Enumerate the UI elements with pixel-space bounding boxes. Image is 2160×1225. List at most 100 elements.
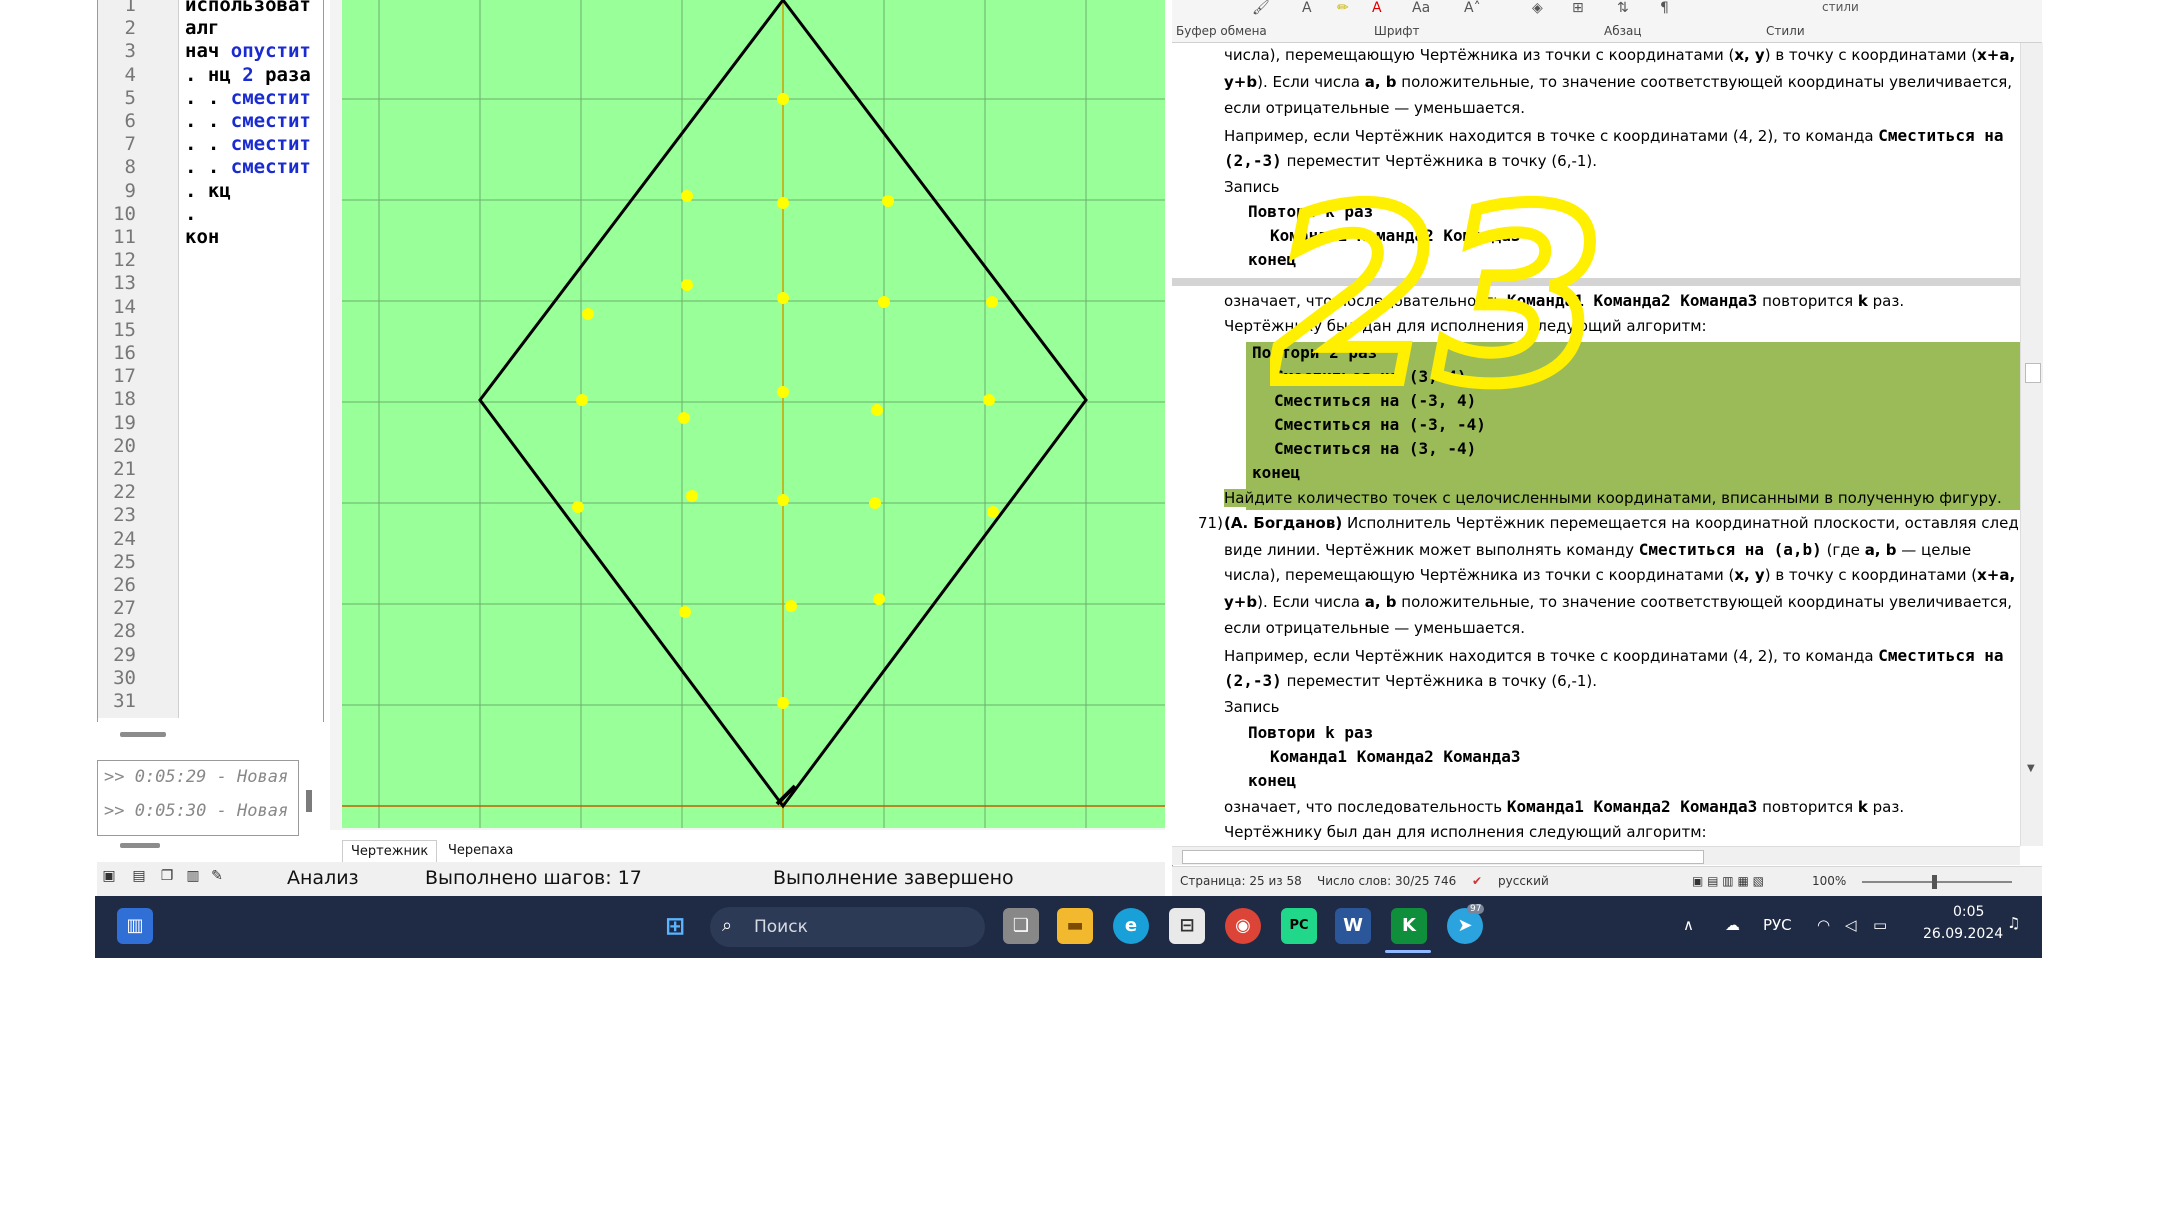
code-editor[interactable]: 1 2 3 4 5 6 7 8 9 10 11 12 13 14 15 16 17 18 19 20 21 22 23 24 2…	[97, 0, 324, 722]
document-horizontal-scrollbar[interactable]	[1172, 846, 2020, 865]
line-number: 7	[124, 133, 136, 156]
scroll-down-icon[interactable]: ▼	[2027, 763, 2035, 774]
messages-splitter-grip[interactable]	[120, 843, 160, 848]
widgets-icon[interactable]: ▥	[117, 908, 153, 944]
battery-icon[interactable]: ▭	[1873, 916, 1887, 934]
clear-format-icon[interactable]: A	[1302, 0, 1312, 16]
copy-icon[interactable]: ❐	[159, 868, 175, 884]
line-number: 6	[124, 110, 136, 132]
doc-line: Запись	[1224, 698, 1280, 716]
grid-point-dot	[679, 606, 691, 618]
zoom-slider[interactable]	[1862, 881, 2012, 883]
code-line[interactable]: . . сместит	[185, 87, 311, 109]
clock-time[interactable]: 0:05	[1953, 904, 1984, 920]
console-icon[interactable]: ▣	[101, 868, 117, 884]
volume-icon[interactable]: ◁	[1845, 916, 1857, 934]
pilcrow-icon[interactable]: ¶	[1660, 0, 1669, 16]
tab-cherepakha[interactable]: Черепаха	[440, 840, 521, 862]
taskbar-search[interactable]: ⌕ Поиск	[710, 907, 985, 947]
code-line[interactable]: . . сместит	[185, 133, 311, 155]
doc-line: (А. Богданов) Исполнитель Чертёжник пере…	[1224, 514, 2020, 532]
scroll-thumb[interactable]	[2025, 363, 2041, 383]
code-line[interactable]: . нц 2 раза	[185, 64, 311, 86]
algo-line: конец	[1252, 463, 1301, 482]
tray-overflow-icon[interactable]: ∧	[1683, 916, 1694, 934]
wifi-icon[interactable]: ◠	[1817, 916, 1830, 934]
line-number: 4	[124, 63, 136, 86]
messages-scrollbar[interactable]	[306, 790, 312, 812]
page-count[interactable]: Страница: 25 из 58	[1180, 874, 1302, 888]
highlight-icon[interactable]: ✏	[1337, 0, 1349, 16]
document-page[interactable]: числа), перемещающую Чертёжника из точки…	[1172, 43, 2020, 846]
line-number: 30	[113, 666, 136, 689]
onedrive-icon[interactable]: ☁	[1725, 916, 1740, 934]
line-number: 22	[113, 481, 136, 504]
document-vertical-scrollbar[interactable]: ▼	[2020, 43, 2043, 846]
borders-icon[interactable]: ⊞	[1572, 0, 1584, 16]
clock-date[interactable]: 26.09.2024	[1923, 926, 2003, 942]
chrome-icon[interactable]: ◉	[1225, 908, 1261, 944]
line-number: 29	[113, 643, 136, 666]
grow-font-icon[interactable]: A˄	[1464, 0, 1481, 16]
kumir-icon[interactable]: K	[1391, 908, 1427, 944]
doc-line: если отрицательные — уменьшается.	[1224, 619, 1525, 637]
line-number: 17	[113, 365, 136, 388]
edit-icon[interactable]: ✎	[209, 868, 225, 884]
shading-icon[interactable]: ◈	[1532, 0, 1543, 16]
proofing-icon[interactable]: ✔	[1472, 874, 1482, 888]
handwritten-annotation: 23	[1270, 170, 1610, 430]
doc-line: если отрицательные — уменьшается.	[1224, 99, 1525, 117]
group-font: Шрифт	[1374, 24, 1420, 38]
hscroll-thumb[interactable]	[1182, 850, 1704, 864]
code-line[interactable]: . . сместит	[185, 156, 311, 178]
tab-chertezhnik[interactable]: Чертежник	[342, 840, 438, 864]
styles-label[interactable]: стили	[1822, 0, 1859, 14]
doc-line: (2,-3) переместит Чертёжника в точку (6,…	[1224, 671, 1598, 690]
doc-line: означает, что последовательность Команда…	[1224, 797, 1905, 816]
save-icon[interactable]: ▤	[131, 868, 147, 884]
grid-point-dot	[777, 386, 789, 398]
zoom-level[interactable]: 100%	[1812, 874, 1846, 888]
pycharm-icon[interactable]: PC	[1281, 908, 1317, 944]
line-number: 28	[113, 620, 136, 643]
change-case-icon[interactable]: Aa	[1412, 0, 1430, 16]
code-line[interactable]: . . сместит	[185, 110, 311, 132]
word-count[interactable]: Число слов: 30/25 746	[1317, 874, 1456, 888]
notifications-icon[interactable]: ♫	[2007, 914, 2020, 932]
sort-icon[interactable]: ⇅	[1617, 0, 1629, 16]
language-label[interactable]: русский	[1498, 874, 1549, 888]
line-number: 11	[113, 226, 136, 248]
task-view-icon[interactable]: ❏	[1003, 908, 1039, 944]
code-line[interactable]: нач опустит	[185, 40, 311, 62]
zoom-slider-thumb[interactable]	[1932, 875, 1937, 889]
grid-point-dot	[983, 394, 995, 406]
drawer-canvas[interactable]	[342, 0, 1165, 828]
grid-point-dot	[572, 501, 584, 513]
code-line[interactable]: кон	[185, 226, 219, 248]
input-language[interactable]: РУС	[1763, 916, 1792, 934]
result-label: Выполнение завершено	[773, 867, 1014, 889]
format-painter-icon[interactable]: 🖌	[1252, 0, 1270, 16]
file-explorer-icon[interactable]: ▬	[1057, 908, 1093, 944]
code-line[interactable]: использоват	[185, 0, 311, 16]
font-color-icon[interactable]: A	[1372, 0, 1382, 16]
code-line[interactable]: алг	[185, 17, 219, 39]
line-number: 18	[113, 388, 136, 411]
edge-icon[interactable]: e	[1113, 908, 1149, 944]
grid-point-dot	[582, 308, 594, 320]
line-number: 25	[113, 550, 136, 573]
delete-icon[interactable]: ▥	[185, 868, 201, 884]
grid-point-dot	[869, 497, 881, 509]
view-modes-icon[interactable]: ▣ ▤ ▥ ▦ ▧	[1692, 874, 1764, 888]
store-icon[interactable]: ⊟	[1169, 908, 1205, 944]
code-line[interactable]: . кц	[185, 180, 231, 202]
start-icon[interactable]: ⊞	[657, 908, 693, 944]
doc-line: Например, если Чертёжник находится в точ…	[1224, 646, 2004, 665]
grid-point-dot	[873, 593, 885, 605]
grid-point-dot	[681, 279, 693, 291]
code-line[interactable]: .	[185, 203, 196, 225]
editor-splitter-grip[interactable]	[120, 732, 166, 737]
word-icon[interactable]: W	[1335, 908, 1371, 944]
code-line: Повтори k раз	[1248, 723, 1374, 742]
grid-point-dot	[785, 600, 797, 612]
